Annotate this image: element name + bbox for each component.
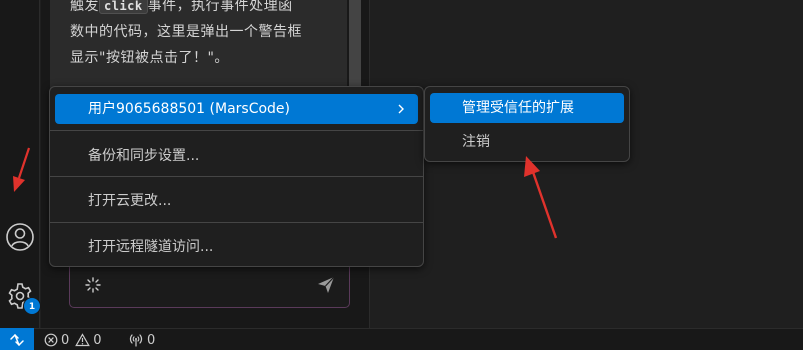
menu-item-cloud-changes[interactable]: 打开云更改...: [55, 186, 418, 216]
menu-separator: [50, 176, 423, 177]
manage-button[interactable]: 1: [2, 278, 41, 315]
menu-item-label: 管理受信任的扩展: [462, 100, 574, 116]
remote-indicator-button[interactable]: [0, 328, 34, 350]
menu-item-label: 注销: [462, 134, 490, 150]
chat-line1-suffix: 事件，执行事件处理函: [147, 0, 293, 14]
account-icon: [6, 223, 34, 251]
broadcast-icon: [129, 334, 143, 347]
menu-separator: [50, 130, 423, 131]
accounts-menu: 用户9065688501 (MarsCode) 备份和同步设置... 打开云更改…: [49, 86, 424, 267]
menu-item-label: 备份和同步设置...: [88, 148, 200, 164]
send-icon[interactable]: [316, 275, 336, 295]
ports-indicator[interactable]: 0: [128, 331, 161, 349]
error-count: 0: [61, 332, 70, 348]
menu-item-label: 打开云更改...: [88, 193, 172, 209]
vscode-window: 1 触发 click 事件，执行事件处理函 数中的代码，这里是弹出一个警告框 显示"…: [0, 0, 803, 350]
activity-bar: 1: [0, 0, 41, 328]
error-icon: [44, 333, 58, 347]
menu-item-label: 用户9065688501 (MarsCode): [88, 101, 290, 117]
notification-badge: 1: [23, 297, 41, 315]
warning-icon: [75, 333, 91, 347]
menu-item-remote-tunnel[interactable]: 打开远程隧道访问...: [55, 232, 418, 262]
problems-indicator[interactable]: 0 0: [44, 331, 108, 349]
chevron-right-icon: [396, 94, 406, 124]
sparkle-icon[interactable]: [84, 276, 102, 294]
editor-area: [370, 0, 803, 328]
chat-input[interactable]: [69, 262, 350, 308]
warning-count: 0: [93, 332, 102, 348]
chat-message-text: 触发 click 事件，执行事件处理函 数中的代码，这里是弹出一个警告框 显示"按钮…: [70, 0, 340, 71]
chat-line1-prefix: 触发: [70, 0, 99, 14]
remote-icon: [10, 333, 24, 346]
scrollbar-thumb[interactable]: [349, 0, 361, 95]
chat-line2: 数中的代码，这里是弹出一个警告框: [70, 24, 302, 40]
inline-code: click: [99, 0, 148, 14]
account-submenu: 管理受信任的扩展 注销: [424, 86, 630, 162]
menu-item-backup-sync[interactable]: 备份和同步设置...: [55, 141, 418, 171]
menu-item-sign-out[interactable]: 注销: [430, 127, 624, 157]
chat-line3: 显示"按钮被点击了！"。: [70, 50, 229, 66]
menu-item-account-user[interactable]: 用户9065688501 (MarsCode): [55, 94, 418, 124]
chat-message: 触发 click 事件，执行事件处理函 数中的代码，这里是弹出一个警告框 显示"按钮…: [50, 0, 347, 95]
ports-count: 0: [147, 332, 156, 348]
menu-item-label: 打开远程隧道访问...: [88, 239, 214, 255]
menu-separator: [50, 222, 423, 223]
menu-item-manage-trusted-extensions[interactable]: 管理受信任的扩展: [430, 93, 624, 123]
accounts-button[interactable]: [2, 219, 38, 255]
status-bar: 0 0 0: [0, 328, 803, 350]
